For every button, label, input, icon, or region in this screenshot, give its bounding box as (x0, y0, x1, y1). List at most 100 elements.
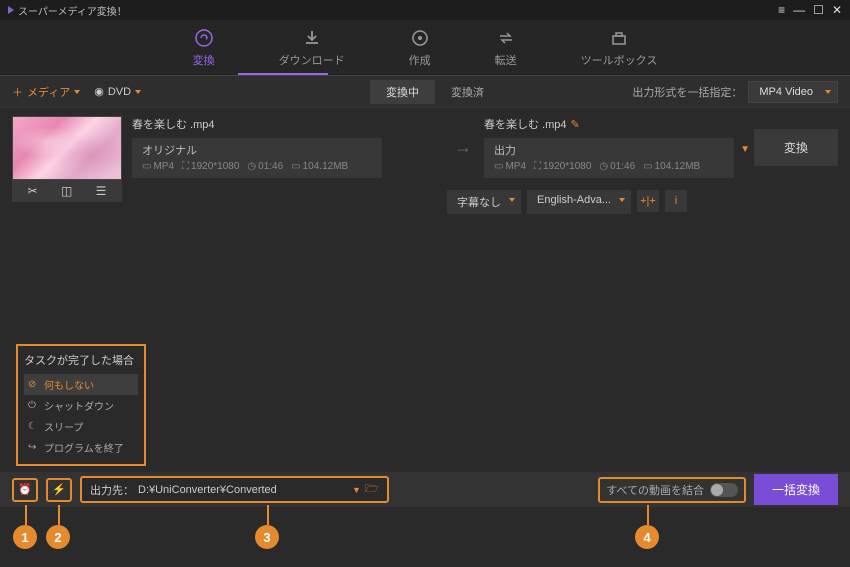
trim-icon[interactable]: ✂ (28, 184, 38, 198)
tab-toolbox-label: ツールボックス (581, 52, 658, 68)
anno-line-2 (58, 505, 60, 525)
out-res: ⛶ 1920*1080 (534, 161, 591, 172)
merge-toggle-row: すべての動画を結合 (598, 477, 746, 503)
annotation-2: 2 (46, 525, 70, 549)
maximize-icon[interactable]: ☐ (813, 3, 824, 17)
footer: ⏰ ⚡ 出力先： ▼ 🗁 すべての動画を結合 一括変換 (0, 472, 850, 507)
convert-button[interactable]: 変換 (754, 129, 838, 166)
transfer-icon (496, 28, 516, 48)
dvd-label: DVD (108, 86, 131, 98)
none-icon: ⊘ (28, 379, 38, 390)
annotation-4: 4 (635, 525, 659, 549)
disc-icon: ◉ (94, 85, 104, 98)
power-icon: ⏻ (28, 400, 38, 411)
annotation-strip: 1 2 3 4 (0, 510, 850, 560)
add-media-button[interactable]: ＋ メディア (12, 84, 80, 100)
out-label: 出力 (494, 142, 724, 158)
task-menu-sleep[interactable]: ☾スリープ (24, 416, 138, 437)
task-menu-shutdown[interactable]: ⏻シャットダウン (24, 395, 138, 416)
output-path-label: 出力先： (90, 482, 134, 498)
tab-transfer[interactable]: 転送 (483, 24, 529, 72)
output-format-row: 出力形式を一括指定： MP4 Video (632, 81, 838, 103)
file-panels: 春を楽しむ .mp4 オリジナル ▭ MP4 ⛶ 1920*1080 ◷ 01:… (132, 116, 838, 178)
task-menu-none[interactable]: ⊘何もしない (24, 374, 138, 395)
tab-convert-label: 変換 (193, 52, 215, 68)
merge-label: すべての動画を結合 (606, 482, 704, 498)
anno-line-4 (647, 505, 649, 525)
exit-icon: ↪ (28, 442, 38, 453)
edit-filename-icon[interactable]: ✎ (571, 119, 580, 131)
toolbar: ＋ メディア ◉ DVD 変換中 変換済 出力形式を一括指定： MP4 Vide… (0, 76, 850, 108)
subtitle-select[interactable]: 字幕なし (447, 190, 521, 214)
out-filename: 春を楽しむ .mp4 (484, 119, 567, 131)
minimize-icon[interactable]: — (793, 3, 805, 17)
output-format-label: 出力形式を一括指定： (632, 84, 742, 100)
subtab-done[interactable]: 変換済 (435, 80, 500, 104)
src-size: ▭ 104.12MB (291, 161, 348, 172)
tab-convert[interactable]: 変換 (181, 24, 227, 72)
moon-icon: ☾ (28, 421, 38, 432)
task-menu-exit[interactable]: ↪プログラムを終了 (24, 437, 138, 458)
app-logo-icon (8, 6, 14, 14)
tab-underline (238, 73, 328, 75)
gpu-boost-icon[interactable]: ⚡ (46, 478, 72, 502)
src-res: ⛶ 1920*1080 (182, 161, 239, 172)
annotation-1: 1 (13, 525, 37, 549)
add-media-label: メディア (27, 84, 70, 100)
output-path-row: 出力先： ▼ 🗁 (80, 476, 389, 503)
output-format-select[interactable]: MP4 Video (748, 81, 838, 103)
annotation-3: 3 (255, 525, 279, 549)
batch-convert-button[interactable]: 一括変換 (754, 474, 838, 505)
src-filename: 春を楽しむ .mp4 (132, 116, 442, 132)
schedule-icon[interactable]: ⏰ (12, 478, 38, 502)
out-format: ▭ MP4 (494, 161, 526, 172)
titlebar: スーパーメディア変換！ ≡ — ☐ ✕ (0, 0, 850, 20)
file-item: ✂ ◫ ☰ 春を楽しむ .mp4 オリジナル ▭ MP4 ⛶ 1920*1080… (12, 116, 838, 202)
dvd-button[interactable]: ◉ DVD (94, 85, 141, 98)
app-title: スーパーメディア変換！ (18, 3, 127, 18)
output-path-input[interactable] (138, 484, 348, 496)
tab-transfer-label: 転送 (495, 52, 517, 68)
toolbox-icon (609, 28, 629, 48)
src-format: ▭ MP4 (142, 161, 174, 172)
task-complete-menu: タスクが完了した場合 ⊘何もしない ⏻シャットダウン ☾スリープ ↪プログラムを… (16, 344, 146, 466)
subtab-converting[interactable]: 変換中 (370, 80, 435, 104)
path-caret-icon[interactable]: ▼ (352, 485, 361, 495)
merge-toggle[interactable] (710, 483, 738, 497)
crop-icon[interactable]: ◫ (61, 184, 72, 198)
out-filename-row: 春を楽しむ .mp4 ✎ (484, 116, 734, 132)
tab-download[interactable]: ダウンロード (267, 24, 357, 72)
tab-download-label: ダウンロード (279, 52, 345, 68)
thumb-toolbar: ✂ ◫ ☰ (12, 180, 122, 202)
out-settings-caret[interactable]: ▼ (740, 144, 750, 155)
window-controls: ≡ — ☐ ✕ (778, 3, 842, 17)
sub-tabs: 変換中 変換済 (370, 80, 500, 104)
thumbnail-block: ✂ ◫ ☰ (12, 116, 122, 202)
close-icon[interactable]: ✕ (832, 3, 842, 17)
audio-select[interactable]: English-Adva... (527, 190, 631, 214)
out-duration: ◷ 01:46 (599, 161, 635, 172)
create-icon (410, 28, 430, 48)
tab-create-label: 作成 (409, 52, 431, 68)
browse-folder-icon[interactable]: 🗁 (365, 480, 379, 499)
tab-toolbox[interactable]: ツールボックス (569, 24, 670, 72)
anno-line-1 (25, 505, 27, 525)
settings-icon[interactable]: ☰ (96, 184, 107, 198)
src-panel: オリジナル ▭ MP4 ⛶ 1920*1080 ◷ 01:46 ▭ 104.12… (132, 138, 382, 178)
add-track-icon[interactable]: +|+ (637, 190, 659, 212)
out-size: ▭ 104.12MB (643, 161, 700, 172)
convert-icon (194, 28, 214, 48)
tab-create[interactable]: 作成 (397, 24, 443, 72)
thumbnail-image[interactable] (12, 116, 122, 180)
out-panel: 出力 ▭ MP4 ⛶ 1920*1080 ◷ 01:46 ▭ 104.12MB (484, 138, 734, 178)
task-menu-title: タスクが完了した場合 (24, 352, 138, 368)
src-duration: ◷ 01:46 (247, 161, 283, 172)
menu-icon[interactable]: ≡ (778, 3, 785, 17)
track-row: 字幕なし English-Adva... +|+ i (447, 190, 687, 214)
download-icon (302, 28, 322, 48)
top-nav: 変換 ダウンロード 作成 転送 ツールボックス (0, 20, 850, 76)
anno-line-3 (267, 505, 269, 525)
arrow-right-icon: → (454, 137, 472, 158)
info-icon[interactable]: i (665, 190, 687, 212)
src-label: オリジナル (142, 142, 372, 158)
